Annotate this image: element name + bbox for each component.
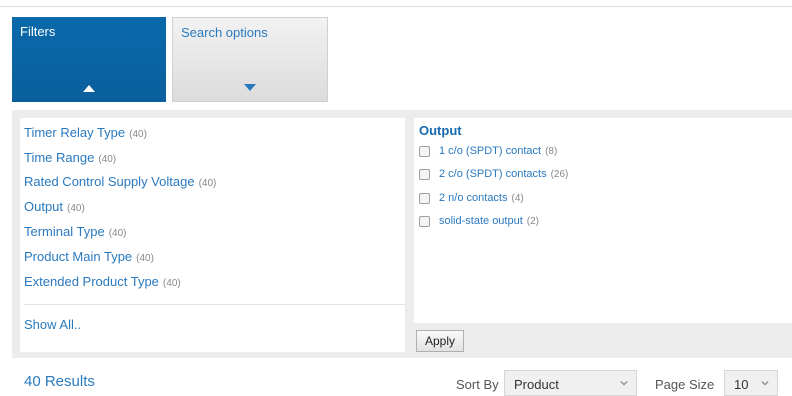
- category-count: (40): [198, 178, 217, 189]
- tab-filters[interactable]: Filters: [12, 17, 166, 102]
- option-count: (8): [545, 145, 558, 157]
- option-label: 1 c/o (SPDT) contact: [439, 145, 542, 157]
- category-label: Terminal Type: [24, 224, 105, 239]
- sort-by-select[interactable]: Product: [504, 370, 637, 396]
- filter-category-terminal-type[interactable]: Terminal Type (40): [24, 224, 126, 239]
- checkbox[interactable]: [419, 192, 430, 204]
- option-count: (26): [550, 168, 569, 180]
- category-count: (40): [98, 154, 117, 165]
- checkbox[interactable]: [419, 168, 430, 180]
- category-label: Rated Control Supply Voltage: [24, 174, 195, 189]
- option-count: (4): [511, 192, 524, 204]
- category-label: Output: [24, 199, 64, 214]
- apply-button[interactable]: Apply: [416, 330, 464, 352]
- output-option-solid-state[interactable]: solid-state output (2): [419, 215, 539, 227]
- category-count: (40): [136, 253, 154, 264]
- sort-by-value: Product: [514, 377, 559, 392]
- chevron-down-icon: [761, 380, 769, 386]
- tab-search-options[interactable]: Search options: [172, 17, 328, 102]
- page-size-label: Page Size: [655, 377, 715, 392]
- sort-by-label: Sort By: [456, 377, 499, 392]
- category-label: Time Range: [24, 150, 95, 165]
- option-label: 2 n/o contacts: [439, 192, 508, 204]
- page-size-value: 10: [734, 377, 749, 392]
- show-all-link[interactable]: Show All..: [24, 317, 81, 332]
- output-panel-title: Output: [419, 123, 462, 138]
- output-option-1co[interactable]: 1 c/o (SPDT) contact (8): [419, 145, 557, 157]
- chevron-down-icon: [620, 380, 628, 386]
- filter-category-extended-product-type[interactable]: Extended Product Type (40): [24, 274, 181, 289]
- top-divider: [0, 6, 792, 7]
- filter-category-time-range[interactable]: Time Range (40): [24, 150, 116, 165]
- category-label: Extended Product Type: [24, 274, 159, 289]
- filter-category-timer-relay-type[interactable]: Timer Relay Type (40): [24, 125, 147, 140]
- category-count: (40): [108, 228, 127, 239]
- checkbox[interactable]: [419, 215, 430, 227]
- checkbox[interactable]: [419, 145, 430, 157]
- category-label: Product Main Type: [24, 249, 133, 264]
- option-label: solid-state output: [439, 215, 523, 227]
- page-size-select[interactable]: 10: [724, 370, 778, 396]
- tab-filters-label: Filters: [20, 24, 56, 39]
- tab-search-options-label: Search options: [181, 25, 268, 40]
- caret-down-icon: [244, 84, 256, 91]
- filter-category-output[interactable]: Output (40): [24, 199, 85, 214]
- category-count: (40): [67, 203, 85, 214]
- option-label: 2 c/o (SPDT) contacts: [439, 168, 547, 180]
- option-count: (2): [526, 215, 540, 227]
- category-label: Timer Relay Type: [24, 125, 126, 140]
- output-option-2co[interactable]: 2 c/o (SPDT) contacts (26): [419, 168, 568, 180]
- category-divider: [24, 304, 405, 305]
- results-count: 40 Results: [24, 373, 95, 390]
- caret-up-icon: [83, 85, 95, 92]
- filter-category-product-main-type[interactable]: Product Main Type (40): [24, 249, 154, 264]
- filter-category-rated-control-supply-voltage[interactable]: Rated Control Supply Voltage (40): [24, 174, 216, 189]
- output-option-2no[interactable]: 2 n/o contacts (4): [419, 192, 524, 204]
- category-count: (40): [129, 129, 147, 140]
- category-count: (40): [162, 278, 181, 289]
